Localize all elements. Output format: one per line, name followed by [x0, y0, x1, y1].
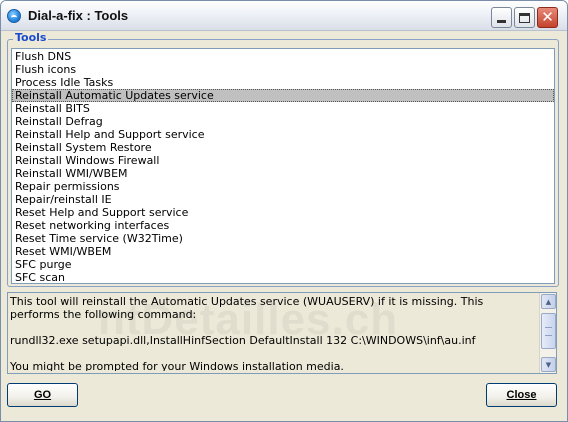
- up-arrow-icon: ▲: [545, 297, 552, 306]
- window-title: Dial-a-fix : Tools: [28, 8, 129, 23]
- close-icon: ✕: [541, 8, 554, 26]
- tool-list-item[interactable]: Flush icons: [12, 63, 554, 76]
- scroll-thumb[interactable]: [541, 313, 556, 349]
- scroll-down-button[interactable]: ▼: [541, 357, 556, 372]
- tool-list-item[interactable]: Reset Time service (W32Time): [12, 232, 554, 245]
- go-button[interactable]: GO: [7, 383, 78, 407]
- tool-list-item[interactable]: Reinstall System Restore: [12, 141, 554, 154]
- tools-group: Tools Flush DNS Flush icons Process Idle T…: [7, 31, 559, 287]
- tools-listbox[interactable]: Flush DNS Flush icons Process Idle Tasks Re…: [11, 48, 555, 284]
- description-line: You might be prompted for your Windows i…: [10, 360, 344, 371]
- tool-list-item[interactable]: Reset networking interfaces: [12, 219, 554, 232]
- tools-window: Dial-a-fix : Tools ✕ Tools Flush DNS Flus…: [0, 0, 568, 422]
- tool-list-item[interactable]: Reset Help and Support service: [12, 206, 554, 219]
- tool-list-item[interactable]: Reinstall WMI/WBEM: [12, 167, 554, 180]
- window-close-button[interactable]: ✕: [537, 7, 558, 28]
- minimize-icon: [497, 20, 506, 23]
- description-line: performs the following command:: [10, 308, 197, 321]
- description-text: This tool will reinstall the Automatic U…: [10, 295, 538, 371]
- tool-list-item[interactable]: SFC purge: [12, 258, 554, 271]
- tool-list-item[interactable]: Flush DNS: [12, 50, 554, 63]
- tool-list-item[interactable]: Reinstall BITS: [12, 102, 554, 115]
- maximize-button[interactable]: [514, 7, 535, 28]
- tools-group-label: Tools: [13, 31, 49, 44]
- tool-list-item[interactable]: Reinstall Help and Support service: [12, 128, 554, 141]
- description-box[interactable]: ntDetailles.ch This tool will reinstall …: [7, 292, 557, 374]
- tool-list-item[interactable]: Reinstall Windows Firewall: [12, 154, 554, 167]
- down-arrow-icon: ▼: [545, 360, 552, 369]
- tool-list-item[interactable]: Repair permissions: [12, 180, 554, 193]
- description-line: This tool will reinstall the Automatic U…: [10, 295, 484, 308]
- tool-list-item[interactable]: Repair/reinstall IE: [12, 193, 554, 206]
- tool-list-item[interactable]: SFC scan: [12, 271, 554, 284]
- description-command: rundll32.exe setupapi.dll,InstallHinfSec…: [10, 334, 476, 347]
- title-bar[interactable]: Dial-a-fix : Tools ✕: [1, 1, 567, 31]
- description-scrollbar[interactable]: ▲ ▼: [539, 293, 556, 373]
- maximize-icon: [519, 12, 530, 23]
- close-button[interactable]: Close: [486, 383, 557, 407]
- tool-list-item[interactable]: Process Idle Tasks: [12, 76, 554, 89]
- scroll-up-button[interactable]: ▲: [541, 294, 556, 309]
- tool-list-item[interactable]: Reset WMI/WBEM: [12, 245, 554, 258]
- tool-list-item[interactable]: Reinstall Defrag: [12, 115, 554, 128]
- minimize-button[interactable]: [491, 7, 512, 28]
- tool-list-item[interactable]: Reinstall Automatic Updates service: [12, 89, 554, 102]
- app-icon: [7, 9, 21, 23]
